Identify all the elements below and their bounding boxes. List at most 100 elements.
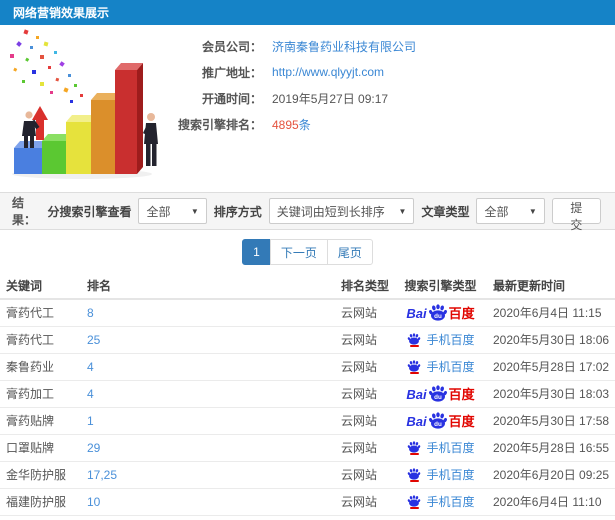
- baidu-paw-icon: [408, 332, 421, 345]
- keyword-cell: 膏药加工: [0, 380, 81, 408]
- baidu-logo-bai-text: Bai: [406, 414, 427, 429]
- table-header-row: 关键词 排名 排名类型 搜索引擎类型 最新更新时间: [0, 272, 615, 300]
- baidu-paw-icon: du: [428, 385, 447, 402]
- engine-type-cell: 手机百度: [394, 461, 487, 489]
- engine-type-cell: Baidu 百度: [394, 380, 487, 408]
- mobile-baidu-underline: [409, 371, 419, 374]
- mobile-baidu-underline: [409, 479, 419, 482]
- member-company-label: 会员公司：: [201, 39, 262, 54]
- rank-cell: 4: [81, 380, 335, 408]
- rank-link[interactable]: 10: [87, 495, 100, 509]
- mobile-baidu-underline: [409, 344, 419, 347]
- table-row: 金华防护服 17,25 云网站 手机百度 2020年6月20日 09:25: [0, 461, 615, 489]
- keyword-cell: 秦鲁药业: [0, 353, 81, 381]
- engine-rank-unit: 条: [298, 117, 311, 132]
- mobile-baidu-label: 手机百度: [426, 441, 475, 455]
- member-company-link[interactable]: 济南秦鲁药业科技有限公司: [272, 38, 416, 55]
- rank-cell: 10: [81, 488, 335, 516]
- updated-cell: 2020年5月30日 17:58: [487, 407, 615, 435]
- header-updated: 最新更新时间: [487, 272, 615, 300]
- rank-link[interactable]: 8: [87, 306, 94, 320]
- engine-type-cell: 手机百度: [394, 434, 487, 462]
- page: 网络营销效果展示 会员公司： 济南秦鲁药业科技有限公司 推广地址： http:/…: [0, 0, 615, 520]
- promo-url-link[interactable]: http://www.qlyyjt.com: [272, 65, 384, 79]
- engine-type-cell: 手机百度: [394, 488, 487, 516]
- updated-cell: 2020年5月30日 18:03: [487, 380, 615, 408]
- table-row-partial: Baidu百度: [0, 515, 615, 520]
- rank-link[interactable]: 25: [87, 333, 100, 347]
- pagination: 1 下一页 尾页: [0, 239, 615, 265]
- rank-type-cell: 云网站: [335, 326, 394, 354]
- engine-view-select[interactable]: 全部 ▼: [138, 198, 207, 224]
- rank-link[interactable]: 1: [87, 414, 94, 428]
- filter-controls: 分搜索引擎查看 全部 ▼ 排序方式 关键词由短到长排序 ▼ 文章类型 全部 ▼ …: [47, 198, 601, 232]
- chevron-down-icon: ▼: [190, 206, 199, 216]
- engine-rank-label: 搜索引擎排名：: [177, 117, 262, 132]
- baidu-logo-bai-text: Bai: [406, 306, 427, 322]
- engine-rank-value: 4895条: [272, 116, 311, 133]
- engine-type-cell: 手机百度: [394, 353, 487, 381]
- submit-button[interactable]: 提交: [551, 198, 601, 232]
- rank-type-cell: 云网站: [335, 407, 394, 435]
- sort-mode-select[interactable]: 关键词由短到长排序 ▼: [268, 198, 415, 224]
- updated-cell: [487, 515, 615, 520]
- updated-cell: 2020年6月4日 11:15: [487, 299, 615, 327]
- rank-cell: [81, 515, 335, 520]
- engine-type-cell: Baidu百度: [394, 299, 487, 327]
- engine-type-cell: Baidu百度: [394, 515, 487, 520]
- baidu-logo: Bai du 百度: [406, 304, 475, 322]
- rank-link[interactable]: 17,25: [87, 468, 117, 482]
- baidu-logo-bai-text: Bai: [406, 387, 427, 402]
- result-label: 结果：: [12, 196, 37, 227]
- engine-rank-count: 4895: [272, 117, 299, 132]
- table-row: 口罩贴牌 29 云网站 手机百度 2020年5月28日 16:55: [0, 434, 615, 462]
- updated-cell: 2020年6月20日 09:25: [487, 461, 615, 489]
- header-rank: 排名: [81, 272, 335, 300]
- mobile-baidu-label: 手机百度: [426, 360, 475, 374]
- svg-text:du: du: [434, 394, 442, 401]
- promo-url-label: 推广地址：: [201, 65, 262, 80]
- chevron-down-icon: ▼: [398, 206, 407, 216]
- mobile-baidu-underline: [409, 506, 419, 509]
- article-type-select[interactable]: 全部 ▼: [476, 198, 545, 224]
- rank-type-cell: 云网站: [335, 488, 394, 516]
- engine-rank-row: 搜索引擎排名： 4895条: [172, 111, 615, 137]
- mobile-baidu-label: 手机百度: [426, 468, 475, 482]
- page-1-button[interactable]: 1: [242, 239, 271, 265]
- chevron-down-icon: ▼: [528, 206, 537, 216]
- keyword-cell: 膏药贴牌: [0, 407, 81, 435]
- mobile-baidu-icon: [406, 494, 422, 509]
- baidu-logo-cn-text: 百度: [448, 387, 475, 402]
- mobile-baidu-badge: 手机百度: [406, 493, 475, 510]
- baidu-paw-icon: [408, 359, 421, 372]
- table-row: 膏药代工 25 云网站 手机百度 2020年5月30日 18:06: [0, 326, 615, 354]
- mobile-baidu-icon: [406, 359, 422, 374]
- mobile-baidu-underline: [409, 452, 419, 455]
- mobile-baidu-badge: 手机百度: [406, 466, 475, 483]
- rank-type-cell: 云网站: [335, 353, 394, 381]
- next-page-button[interactable]: 下一页: [269, 239, 328, 265]
- updated-cell: 2020年5月28日 16:55: [487, 434, 615, 462]
- baidu-logo-cn-text: 百度: [448, 306, 475, 322]
- account-info-list: 会员公司： 济南秦鲁药业科技有限公司 推广地址： http://www.qlyy…: [172, 25, 615, 137]
- last-page-button[interactable]: 尾页: [326, 239, 373, 265]
- mobile-baidu-icon: [406, 440, 422, 455]
- rank-link[interactable]: 4: [87, 387, 94, 401]
- rank-type-cell: [335, 515, 394, 520]
- rank-type-cell: 云网站: [335, 380, 394, 408]
- open-time-value: 2019年5月27日 09:17: [272, 91, 389, 106]
- businessman-right-figure: [142, 113, 158, 166]
- header-rank-type: 排名类型: [335, 272, 394, 300]
- baidu-paw-icon: [408, 467, 421, 480]
- rank-link[interactable]: 29: [87, 441, 100, 455]
- confetti-dots: [10, 29, 83, 103]
- updated-cell: 2020年5月30日 18:06: [487, 326, 615, 354]
- table-row: 膏药代工 8 云网站 Bai du 百度 2020年6月4日 11:15: [0, 299, 615, 327]
- table-row: 秦鲁药业 4 云网站 手机百度 2020年5月28日 17:02: [0, 353, 615, 381]
- rank-link[interactable]: 4: [87, 360, 94, 374]
- header-keyword: 关键词: [0, 272, 81, 300]
- keyword-cell: 金华防护服: [0, 461, 81, 489]
- mobile-baidu-label: 手机百度: [426, 495, 475, 509]
- table-row: 福建防护服 10 云网站 手机百度 2020年6月4日 11:10: [0, 488, 615, 516]
- baidu-paw-icon: [408, 440, 421, 453]
